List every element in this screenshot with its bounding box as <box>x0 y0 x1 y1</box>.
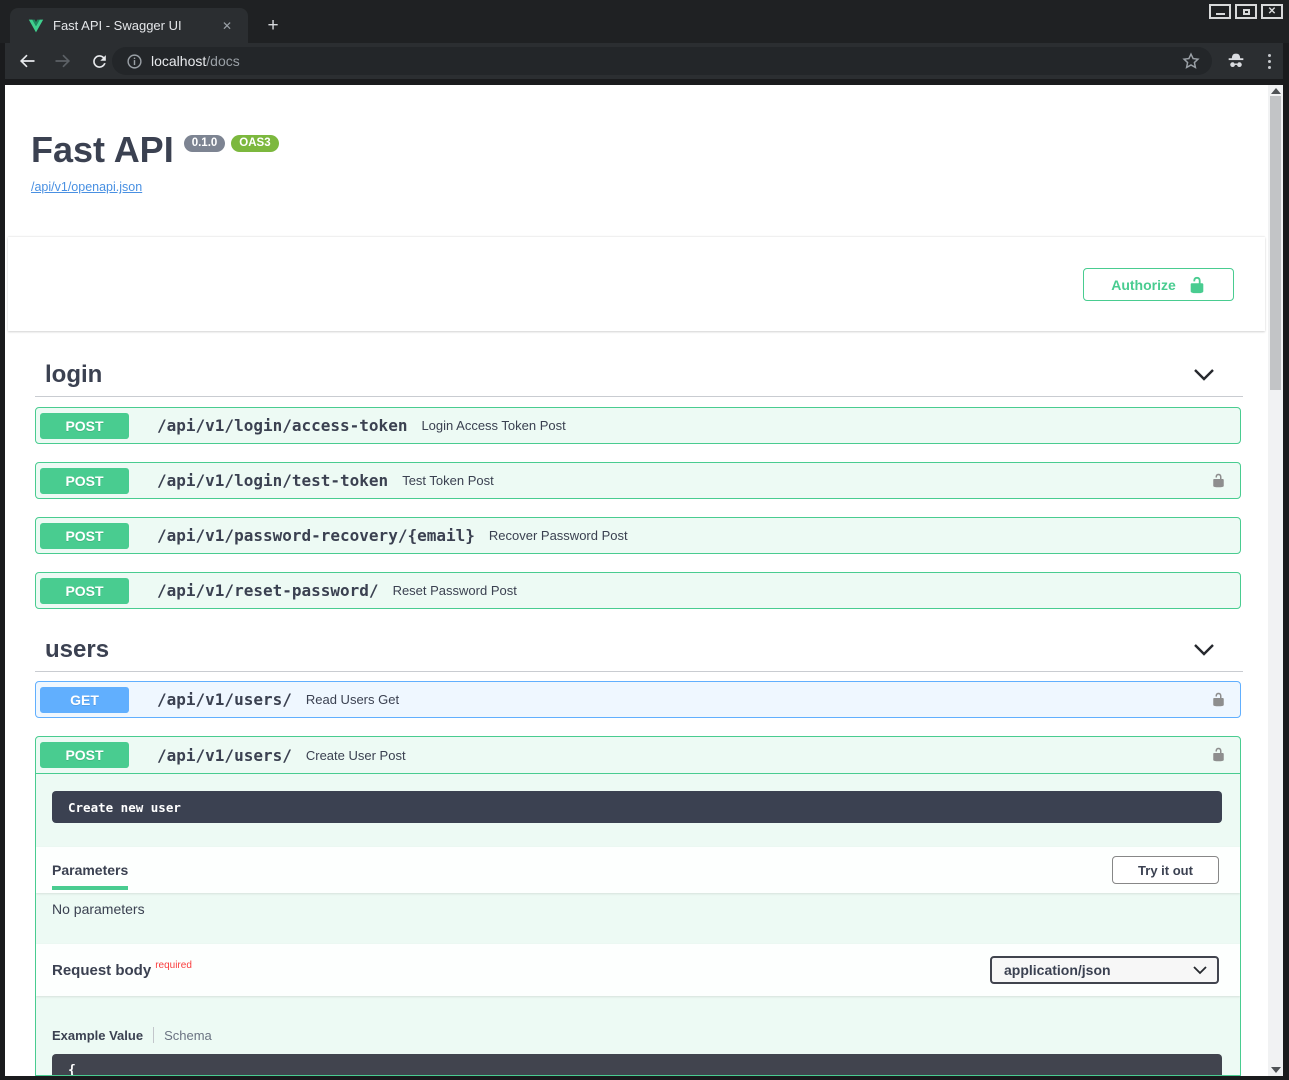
page-scrollbar[interactable] <box>1268 85 1283 1076</box>
window-controls: ✕ <box>1209 4 1283 19</box>
endpoint-path: /api/v1/users/ <box>157 746 292 765</box>
forward-button[interactable] <box>49 47 77 75</box>
unlocked-padlock-icon <box>1211 471 1226 490</box>
example-code-block: { <box>52 1054 1222 1076</box>
unlocked-padlock-icon <box>1211 690 1226 709</box>
section-title: users <box>35 636 109 664</box>
page-title: Fast API <box>31 129 174 171</box>
maximize-icon <box>1243 9 1250 15</box>
endpoint-summary: Reset Password Post <box>393 583 1240 598</box>
forward-icon <box>53 51 73 71</box>
minimize-button[interactable] <box>1209 4 1231 19</box>
method-badge: GET <box>40 687 129 713</box>
example-schema-tabs: Example Value Schema <box>52 1026 212 1044</box>
operation-description: Create new user <box>52 791 1222 823</box>
endpoint-summary: Login Access Token Post <box>421 418 1240 433</box>
parameters-header: Parameters Try it out <box>36 847 1240 893</box>
browser-menu-button[interactable] <box>1257 48 1281 74</box>
endpoint-row[interactable]: POST /api/v1/users/ Create User Post <box>36 737 1240 774</box>
endpoint-row[interactable]: POST /api/v1/login/access-token Login Ac… <box>35 407 1241 444</box>
reload-button[interactable] <box>85 47 113 75</box>
endpoint-summary: Create User Post <box>306 748 1211 763</box>
endpoint-row[interactable]: POST /api/v1/reset-password/ Reset Passw… <box>35 572 1241 609</box>
swagger-page: Fast API 0.1.0 OAS3 /api/v1/openapi.json… <box>5 85 1283 1076</box>
endpoint-row[interactable]: POST /api/v1/password-recovery/{email} R… <box>35 517 1241 554</box>
parameters-tab: Parameters <box>52 850 128 890</box>
reload-icon <box>90 52 109 71</box>
unlocked-padlock-icon <box>1211 745 1226 764</box>
scheme-container: Authorize <box>8 237 1265 331</box>
auth-lock-button[interactable] <box>1211 745 1226 765</box>
oas3-badge: OAS3 <box>231 135 278 152</box>
tab-close-icon[interactable]: ✕ <box>216 17 238 35</box>
chevron-down-icon <box>1193 368 1215 382</box>
chevron-down-icon <box>1193 643 1215 657</box>
endpoint-path: /api/v1/login/access-token <box>157 416 407 435</box>
endpoint-path: /api/v1/users/ <box>157 690 292 709</box>
url-host: localhost <box>151 53 206 69</box>
new-tab-button[interactable]: + <box>260 13 286 39</box>
openapi-spec-link[interactable]: /api/v1/openapi.json <box>31 180 279 194</box>
maximize-button[interactable] <box>1235 4 1257 19</box>
media-type-value: application/json <box>992 962 1193 978</box>
auth-lock-button[interactable] <box>1211 690 1226 710</box>
method-badge: POST <box>40 413 129 439</box>
endpoint-path: /api/v1/reset-password/ <box>157 581 379 600</box>
scrollbar-thumb[interactable] <box>1270 96 1281 390</box>
section-header-users[interactable]: users <box>35 628 1243 672</box>
authorize-label: Authorize <box>1111 277 1176 293</box>
back-icon <box>17 51 37 71</box>
endpoint-path: /api/v1/login/test-token <box>157 471 388 490</box>
unlocked-padlock-icon <box>1188 276 1206 294</box>
request-body-label: Request body <box>52 962 151 979</box>
endpoint-summary: Recover Password Post <box>489 528 1240 543</box>
scroll-up-arrow-icon[interactable] <box>1271 88 1281 94</box>
version-badge: 0.1.0 <box>184 135 226 152</box>
method-badge: POST <box>40 578 129 604</box>
endpoint-summary: Read Users Get <box>306 692 1211 707</box>
method-badge: POST <box>40 742 129 768</box>
api-info: Fast API 0.1.0 OAS3 /api/v1/openapi.json <box>31 129 279 194</box>
tab-schema[interactable]: Schema <box>164 1028 212 1043</box>
required-label: required <box>155 960 192 971</box>
request-body-header: Request body required application/json <box>36 944 1240 996</box>
endpoint-row[interactable]: GET /api/v1/users/ Read Users Get <box>35 681 1241 718</box>
endpoint-path: /api/v1/password-recovery/{email} <box>157 526 475 545</box>
address-bar[interactable]: localhost/docs <box>112 47 1212 75</box>
endpoint-summary: Test Token Post <box>402 473 1211 488</box>
authorize-button[interactable]: Authorize <box>1083 268 1234 301</box>
site-info-icon[interactable] <box>126 53 143 70</box>
code-first-line: { <box>68 1063 76 1076</box>
incognito-icon <box>1221 46 1251 76</box>
url-path: /docs <box>206 53 239 69</box>
method-badge: POST <box>40 523 129 549</box>
description-text: Create new user <box>52 800 181 815</box>
try-it-out-button[interactable]: Try it out <box>1112 856 1219 884</box>
close-button[interactable]: ✕ <box>1261 4 1283 19</box>
browser-window: Fast API - Swagger UI ✕ + ✕ localhost/do… <box>0 0 1289 1080</box>
close-icon: ✕ <box>1268 7 1276 17</box>
no-parameters-text: No parameters <box>52 901 145 917</box>
scroll-down-arrow-icon[interactable] <box>1271 1067 1281 1073</box>
tab-title: Fast API - Swagger UI <box>53 18 216 33</box>
bookmark-star-icon[interactable] <box>1180 50 1202 72</box>
minimize-icon <box>1216 13 1225 15</box>
auth-lock-button[interactable] <box>1211 471 1226 491</box>
chevron-down-icon <box>1193 966 1207 975</box>
browser-toolbar: localhost/docs <box>5 43 1283 79</box>
favicon-icon <box>28 18 44 34</box>
tab-separator <box>153 1027 154 1043</box>
endpoint-row[interactable]: POST /api/v1/login/test-token Test Token… <box>35 462 1241 499</box>
back-button[interactable] <box>13 47 41 75</box>
expanded-operation: POST /api/v1/users/ Create User Post Cre… <box>35 736 1241 1076</box>
tab-example-value[interactable]: Example Value <box>52 1028 143 1043</box>
media-type-select[interactable]: application/json <box>990 956 1219 984</box>
browser-tab[interactable]: Fast API - Swagger UI ✕ <box>10 8 248 43</box>
method-badge: POST <box>40 468 129 494</box>
section-title: login <box>35 361 102 389</box>
browser-titlebar: Fast API - Swagger UI ✕ + ✕ <box>0 0 1289 43</box>
section-header-login[interactable]: login <box>35 353 1243 397</box>
